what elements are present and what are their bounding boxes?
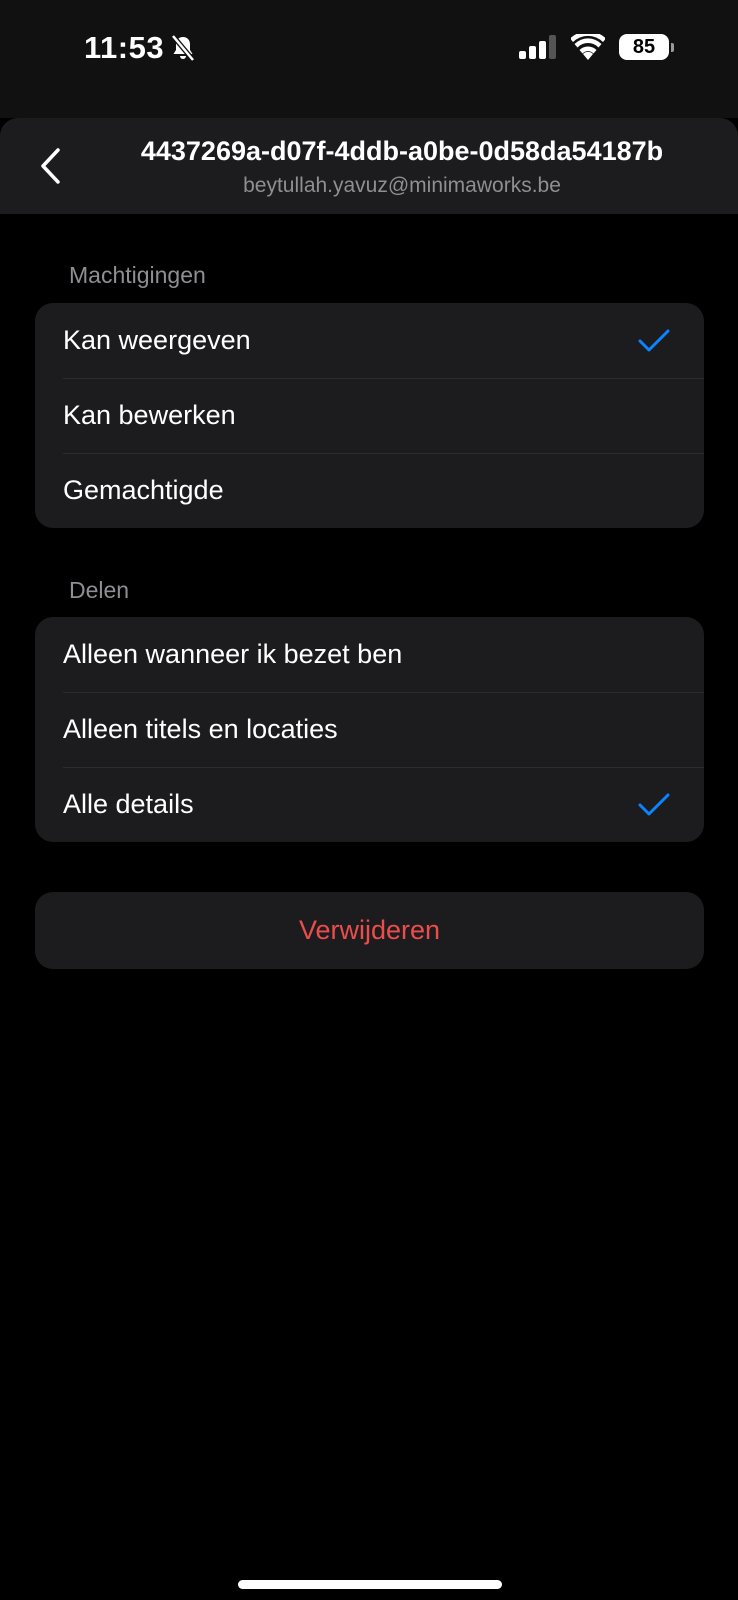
status-icons: 85 <box>519 34 674 60</box>
wifi-icon <box>571 34 605 60</box>
option-label: Alleen titels en locaties <box>63 714 338 744</box>
sharing-option-busy-only[interactable]: Alleen wanneer ik bezet ben <box>35 617 704 692</box>
status-time: 11:53 <box>84 30 165 65</box>
option-label: Kan weergeven <box>63 325 251 355</box>
permission-option-view[interactable]: Kan weergeven <box>35 303 704 378</box>
permissions-section-header: Machtigingen <box>69 262 206 288</box>
option-label: Alleen wanneer ik bezet ben <box>63 639 403 669</box>
sharing-section-header: Delen <box>69 577 130 603</box>
nav-header: 4437269a-d07f-4ddb-a0be-0d58da54187b bey… <box>0 118 738 214</box>
page-subtitle: beytullah.yavuz@minimaworks.be <box>243 174 561 197</box>
sharing-option-titles-locations[interactable]: Alleen titels en locaties <box>35 692 704 767</box>
option-label: Alle details <box>63 789 194 819</box>
permission-option-edit[interactable]: Kan bewerken <box>35 378 704 453</box>
permission-option-delegate[interactable]: Gemachtigde <box>35 453 704 528</box>
back-button[interactable] <box>30 142 70 190</box>
status-time-group: 11:53 <box>84 30 196 66</box>
sharing-group: Alleen wanneer ik bezet ben Alleen titel… <box>35 617 704 842</box>
battery-icon: 85 <box>619 34 669 60</box>
permissions-group: Kan weergeven Kan bewerken Gemachtigde <box>35 303 704 528</box>
chevron-left-icon <box>41 148 60 184</box>
battery-group: 85 <box>619 34 674 60</box>
sharing-option-all-details[interactable]: Alle details <box>35 767 704 842</box>
page-title: 4437269a-d07f-4ddb-a0be-0d58da54187b <box>140 136 664 166</box>
option-label: Gemachtigde <box>63 475 224 505</box>
checkmark-icon <box>638 329 670 351</box>
checkmark-icon <box>638 793 670 815</box>
delete-button[interactable]: Verwijderen <box>35 892 704 969</box>
option-label: Kan bewerken <box>63 400 236 430</box>
signal-icon <box>519 35 556 59</box>
bell-slash-icon <box>171 34 195 62</box>
battery-tip <box>671 42 674 52</box>
status-bar: 11:53 85 <box>0 0 738 118</box>
battery-level: 85 <box>632 35 656 58</box>
home-indicator <box>238 1580 502 1589</box>
